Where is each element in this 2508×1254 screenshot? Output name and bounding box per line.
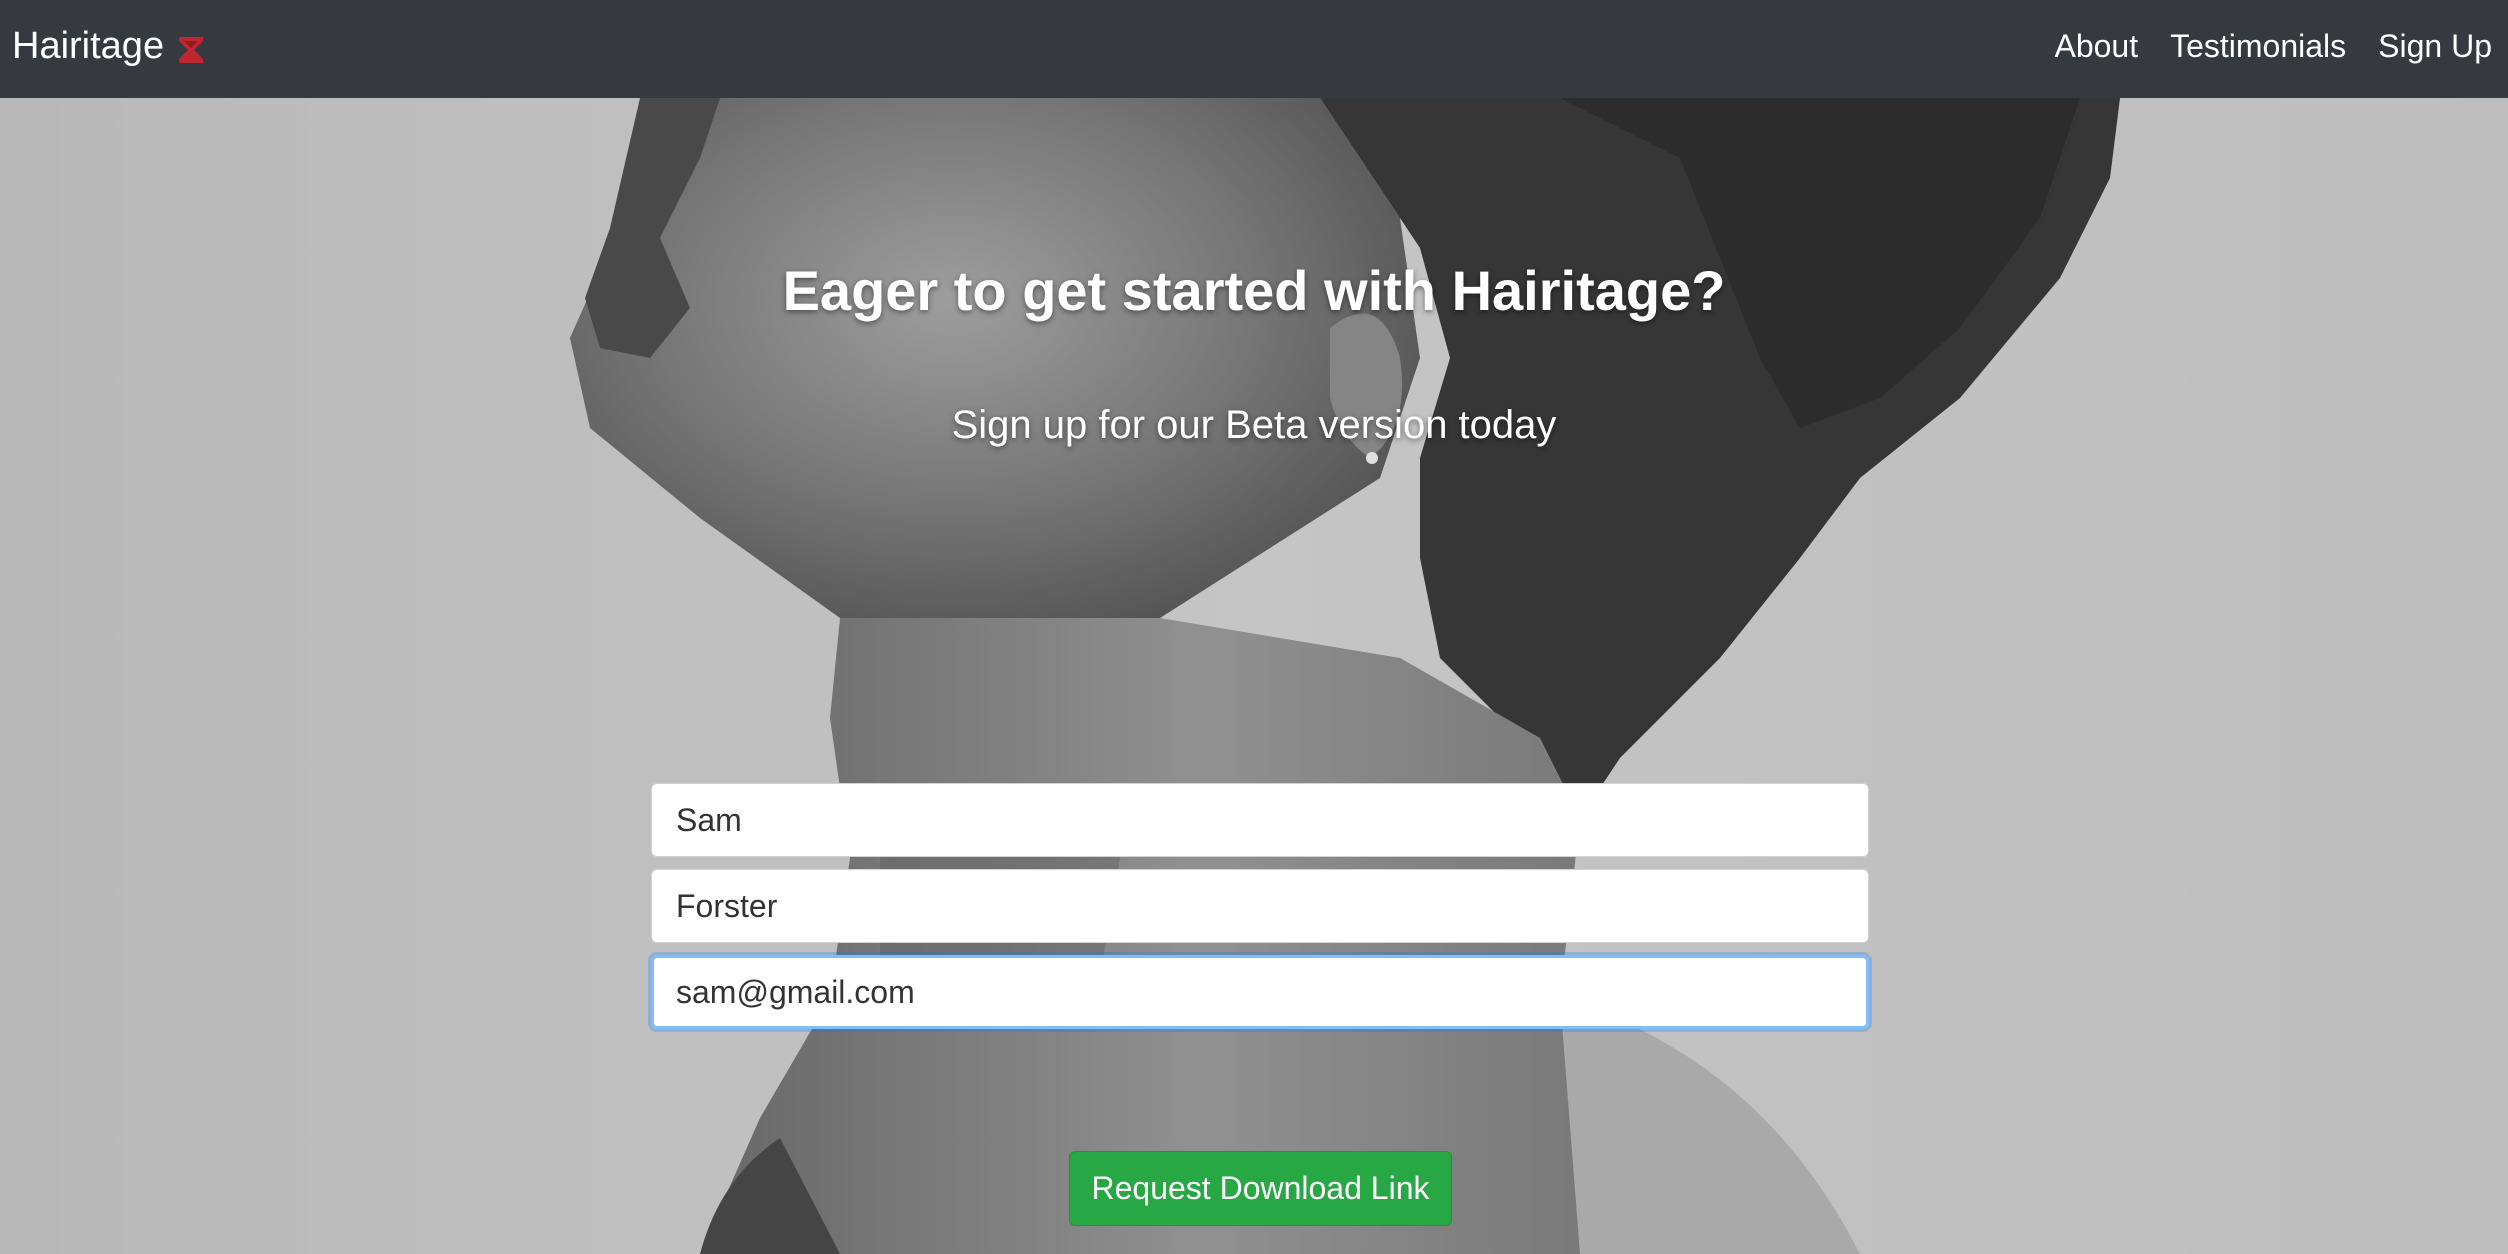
hourglass-icon — [179, 37, 204, 63]
hero-subheadline: Sign up for our Beta version today — [951, 403, 1557, 447]
signup-form — [651, 783, 1869, 1041]
navbar: Hairitage About Testimonials Sign Up — [0, 0, 2508, 98]
email-input[interactable] — [651, 955, 1869, 1029]
brand-link[interactable]: Hairitage — [12, 25, 206, 74]
nav-link-testimonials[interactable]: Testimonials — [2170, 28, 2346, 65]
last-name-input[interactable] — [651, 869, 1869, 943]
nav-link-about[interactable]: About — [2054, 28, 2138, 65]
brand-name: Hairitage — [12, 24, 165, 67]
nav-links: About Testimonials Sign Up — [2022, 28, 2492, 71]
nav-link-sign-up[interactable]: Sign Up — [2378, 28, 2492, 65]
hero-section: Eager to get started with Hairitage? Sig… — [0, 98, 2508, 1254]
first-name-input[interactable] — [651, 783, 1869, 857]
hero-headline: Eager to get started with Hairitage? — [782, 259, 1726, 322]
request-download-link-button[interactable]: Request Download Link — [1069, 1151, 1452, 1226]
